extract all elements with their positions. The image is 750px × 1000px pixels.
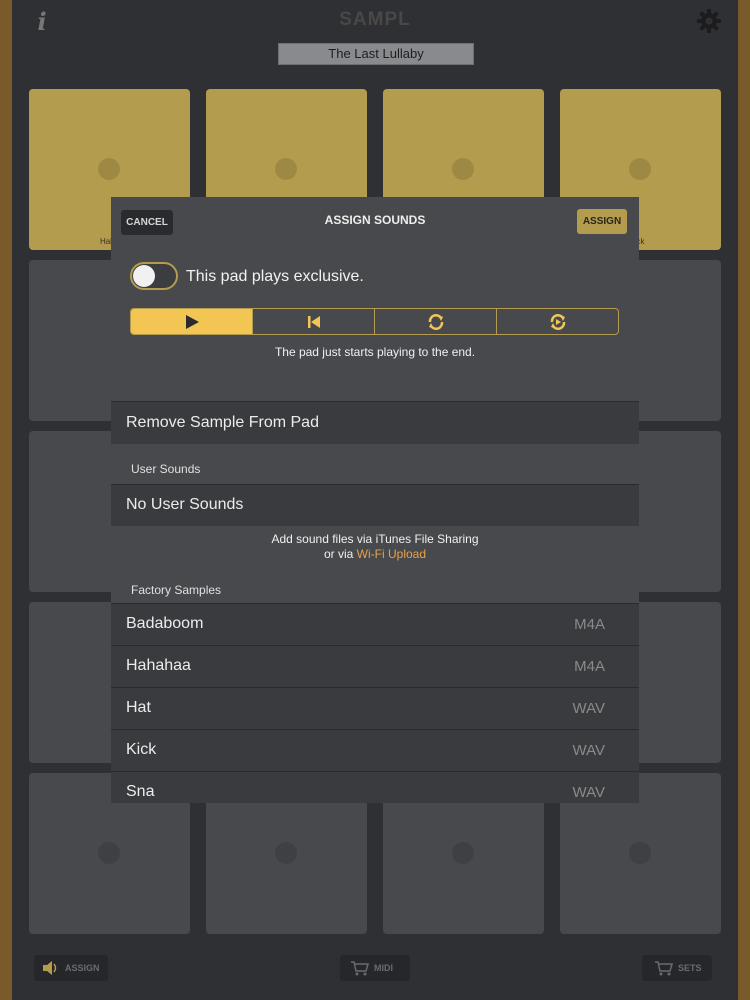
loop-icon bbox=[428, 313, 443, 330]
remove-sample-label: Remove Sample From Pad bbox=[126, 414, 319, 431]
app-frame: i SAMPL The Last Lullaby Haha ck ASSIGN … bbox=[12, 0, 738, 1000]
user-sounds-section: User Sounds bbox=[111, 444, 639, 484]
sample-name: Badaboom bbox=[126, 615, 204, 632]
sample-row[interactable]: Kick WAV bbox=[111, 729, 639, 771]
set-name-label[interactable]: The Last Lullaby bbox=[278, 43, 474, 65]
sample-name: Hahahaa bbox=[126, 657, 191, 674]
sample-row[interactable]: Sna WAV bbox=[111, 771, 639, 803]
sample-type: WAV bbox=[572, 742, 606, 759]
pad-icon bbox=[275, 842, 297, 864]
midi-label: MIDI bbox=[374, 963, 393, 973]
gear-icon[interactable] bbox=[696, 8, 722, 34]
hint-line: or via Wi-Fi Upload bbox=[111, 547, 639, 562]
sample-type: WAV bbox=[572, 700, 606, 717]
assign-mode-label: ASSIGN bbox=[65, 963, 100, 973]
sample-row[interactable]: Badaboom M4A bbox=[111, 603, 639, 645]
sample-row[interactable]: Hat WAV bbox=[111, 687, 639, 729]
remove-sample-row[interactable]: Remove Sample From Pad bbox=[111, 401, 639, 444]
pad-icon bbox=[629, 158, 651, 180]
file-sharing-hint: Add sound files via iTunes File Sharing … bbox=[111, 532, 639, 562]
play-icon bbox=[185, 314, 199, 329]
dialog-header: CANCEL ASSIGN SOUNDS ASSIGN bbox=[111, 197, 639, 245]
sample-type: M4A bbox=[574, 616, 605, 633]
exclusive-toggle[interactable] bbox=[130, 262, 178, 290]
no-user-sounds-label: No User Sounds bbox=[126, 496, 244, 513]
play-mode-loop-refresh[interactable] bbox=[497, 309, 618, 334]
assign-sounds-dialog: CANCEL ASSIGN SOUNDS ASSIGN This pad pla… bbox=[111, 197, 639, 803]
assign-button[interactable]: ASSIGN bbox=[577, 209, 627, 234]
cart-icon bbox=[655, 961, 673, 976]
top-bar: i SAMPL The Last Lullaby bbox=[12, 0, 738, 80]
pad-icon bbox=[452, 842, 474, 864]
play-mode-selector bbox=[130, 308, 619, 335]
no-user-sounds-row: No User Sounds bbox=[111, 484, 639, 526]
skip-back-icon bbox=[307, 315, 320, 328]
play-mode-loop[interactable] bbox=[375, 309, 497, 334]
sets-button[interactable]: SETS bbox=[642, 955, 712, 981]
pad-icon bbox=[98, 842, 120, 864]
pad-icon bbox=[629, 842, 651, 864]
sample-name: Sna bbox=[126, 783, 155, 800]
play-mode-restart[interactable] bbox=[253, 309, 375, 334]
factory-samples-header: Factory Samples bbox=[131, 583, 222, 597]
sample-row[interactable]: Hahahaa M4A bbox=[111, 645, 639, 687]
sample-name: Hat bbox=[126, 699, 151, 716]
factory-samples-section: Factory Samples bbox=[111, 567, 639, 603]
cart-icon bbox=[351, 961, 369, 976]
hint-line: Add sound files via iTunes File Sharing bbox=[271, 532, 479, 546]
wifi-upload-link[interactable]: Wi-Fi Upload bbox=[357, 547, 426, 561]
assign-mode-button[interactable]: ASSIGN bbox=[34, 955, 108, 981]
pad-icon bbox=[275, 158, 297, 180]
mode-description: The pad just starts playing to the end. bbox=[274, 345, 476, 359]
pad-icon bbox=[452, 158, 474, 180]
pad-icon bbox=[98, 158, 120, 180]
midi-button[interactable]: MIDI bbox=[340, 955, 410, 981]
toggle-knob bbox=[133, 265, 155, 287]
sample-type: M4A bbox=[574, 658, 605, 675]
sample-type: WAV bbox=[572, 784, 606, 801]
bottom-bar: ASSIGN MIDI SETS bbox=[12, 955, 738, 995]
exclusive-label: This pad plays exclusive. bbox=[186, 268, 364, 285]
play-mode-oneshot[interactable] bbox=[131, 309, 253, 334]
loop-refresh-icon bbox=[550, 313, 565, 330]
hint-prefix: or via bbox=[323, 547, 357, 561]
user-sounds-header: User Sounds bbox=[131, 462, 201, 476]
speaker-icon bbox=[43, 961, 57, 975]
dialog-title: ASSIGN SOUNDS bbox=[324, 213, 426, 227]
app-title: SAMPL bbox=[339, 9, 411, 30]
sample-name: Kick bbox=[126, 741, 157, 758]
sets-label: SETS bbox=[678, 963, 702, 973]
